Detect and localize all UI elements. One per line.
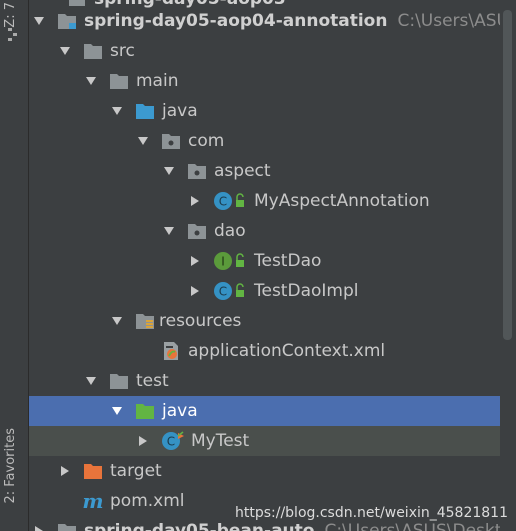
chevron-right-icon[interactable]: [187, 276, 203, 306]
project-tree[interactable]: spring-day05-aop03 spring-day05-aop04-an…: [29, 0, 516, 531]
tree-row-test-dao[interactable]: I TestDao: [29, 246, 516, 276]
aspect-label: aspect: [214, 161, 271, 181]
tree-row-my-aspect-annotation[interactable]: C MyAspectAnnotation: [29, 186, 516, 216]
chevron-down-icon[interactable]: [109, 396, 125, 426]
excluded-folder-icon: [83, 461, 103, 481]
chevron-right-icon[interactable]: [135, 426, 151, 456]
bottom-project-path: C:\Users\ASUS\Deskt: [324, 521, 502, 531]
chevron-down-icon[interactable]: [161, 216, 177, 246]
spring-xml-file-icon: [161, 341, 181, 361]
tree-row-my-test[interactable]: C MyTest: [29, 426, 516, 456]
test-dao-impl-label: TestDaoImpl: [254, 281, 359, 301]
svg-text:C: C: [167, 435, 175, 449]
source-folder-icon: [135, 101, 155, 121]
tree-row-application-context[interactable]: applicationContext.xml: [29, 336, 516, 366]
com-label: com: [188, 131, 225, 151]
my-test-label: MyTest: [191, 431, 250, 451]
favorites-tool-label[interactable]: 2: Favorites: [3, 428, 18, 504]
chevron-right-icon[interactable]: [187, 186, 203, 216]
chevron-down-icon[interactable]: [161, 156, 177, 186]
bottom-project-name: spring-day05-bean-auto: [84, 521, 315, 531]
tree-row-test-dao-impl[interactable]: C TestDaoImpl: [29, 276, 516, 306]
svg-text:C: C: [219, 195, 227, 209]
watermark: https://blog.csdn.net/weixin_45821811: [234, 505, 508, 521]
project-path: C:\Users\ASU: [397, 11, 509, 31]
tree-row-dao[interactable]: dao: [29, 216, 516, 246]
chevron-down-icon[interactable]: [109, 96, 125, 126]
tree-row-test[interactable]: test: [29, 366, 516, 396]
class-icon: C: [213, 191, 247, 211]
tree-row-project[interactable]: spring-day05-aop04-annotation C:\Users\A…: [29, 6, 516, 36]
tree-row-resources[interactable]: resources: [29, 306, 516, 336]
folder-icon: [109, 371, 129, 391]
tree-row-src[interactable]: src: [29, 36, 516, 66]
vertical-scrollbar[interactable]: [500, 0, 516, 531]
chevron-down-icon[interactable]: [135, 126, 151, 156]
svg-text:I: I: [221, 255, 225, 269]
main-label: main: [136, 71, 179, 91]
package-icon: [187, 221, 207, 241]
folder-icon: [83, 41, 103, 61]
application-context-label: applicationContext.xml: [188, 341, 386, 361]
module-folder-icon: [57, 521, 77, 531]
tree-row-aspect[interactable]: aspect: [29, 156, 516, 186]
my-aspect-annotation-label: MyAspectAnnotation: [254, 191, 430, 211]
test-class-icon: C: [161, 431, 189, 451]
folder-icon: [109, 71, 129, 91]
tree-row-main[interactable]: main: [29, 66, 516, 96]
dao-label: dao: [214, 221, 246, 241]
chevron-right-icon[interactable]: [187, 246, 203, 276]
interface-icon: I: [213, 251, 247, 271]
tree-row-com[interactable]: com: [29, 126, 516, 156]
package-icon: [161, 131, 181, 151]
tree-row-target[interactable]: target: [29, 456, 516, 486]
chevron-right-icon[interactable]: [31, 516, 47, 531]
scrollbar-thumb[interactable]: [503, 10, 512, 340]
test-label: test: [136, 371, 169, 391]
src-label: src: [110, 41, 135, 61]
structure-icon[interactable]: [5, 22, 21, 44]
test-java-label: java: [162, 401, 198, 421]
main-java-label: java: [162, 101, 198, 121]
module-folder-icon: [57, 11, 77, 31]
class-icon: C: [213, 281, 247, 301]
tree-row-main-java[interactable]: java: [29, 96, 516, 126]
chevron-down-icon[interactable]: [31, 6, 47, 36]
maven-icon: m: [82, 489, 104, 513]
test-dao-label: TestDao: [254, 251, 322, 271]
chevron-down-icon[interactable]: [83, 366, 99, 396]
left-tool-strip: Z: 7 2: Favorites: [0, 0, 29, 531]
resources-label: resources: [159, 311, 242, 331]
chevron-down-icon[interactable]: [109, 306, 125, 336]
chevron-down-icon[interactable]: [83, 66, 99, 96]
resources-folder-icon: [135, 311, 155, 331]
pom-label: pom.xml: [110, 491, 185, 511]
chevron-down-icon[interactable]: [57, 36, 73, 66]
chevron-right-icon[interactable]: [57, 456, 73, 486]
svg-text:C: C: [219, 285, 227, 299]
project-name: spring-day05-aop04-annotation: [84, 11, 388, 31]
package-icon: [187, 161, 207, 181]
tree-row-test-java[interactable]: java: [29, 396, 516, 426]
test-source-folder-icon: [135, 401, 155, 421]
target-label: target: [110, 461, 162, 481]
